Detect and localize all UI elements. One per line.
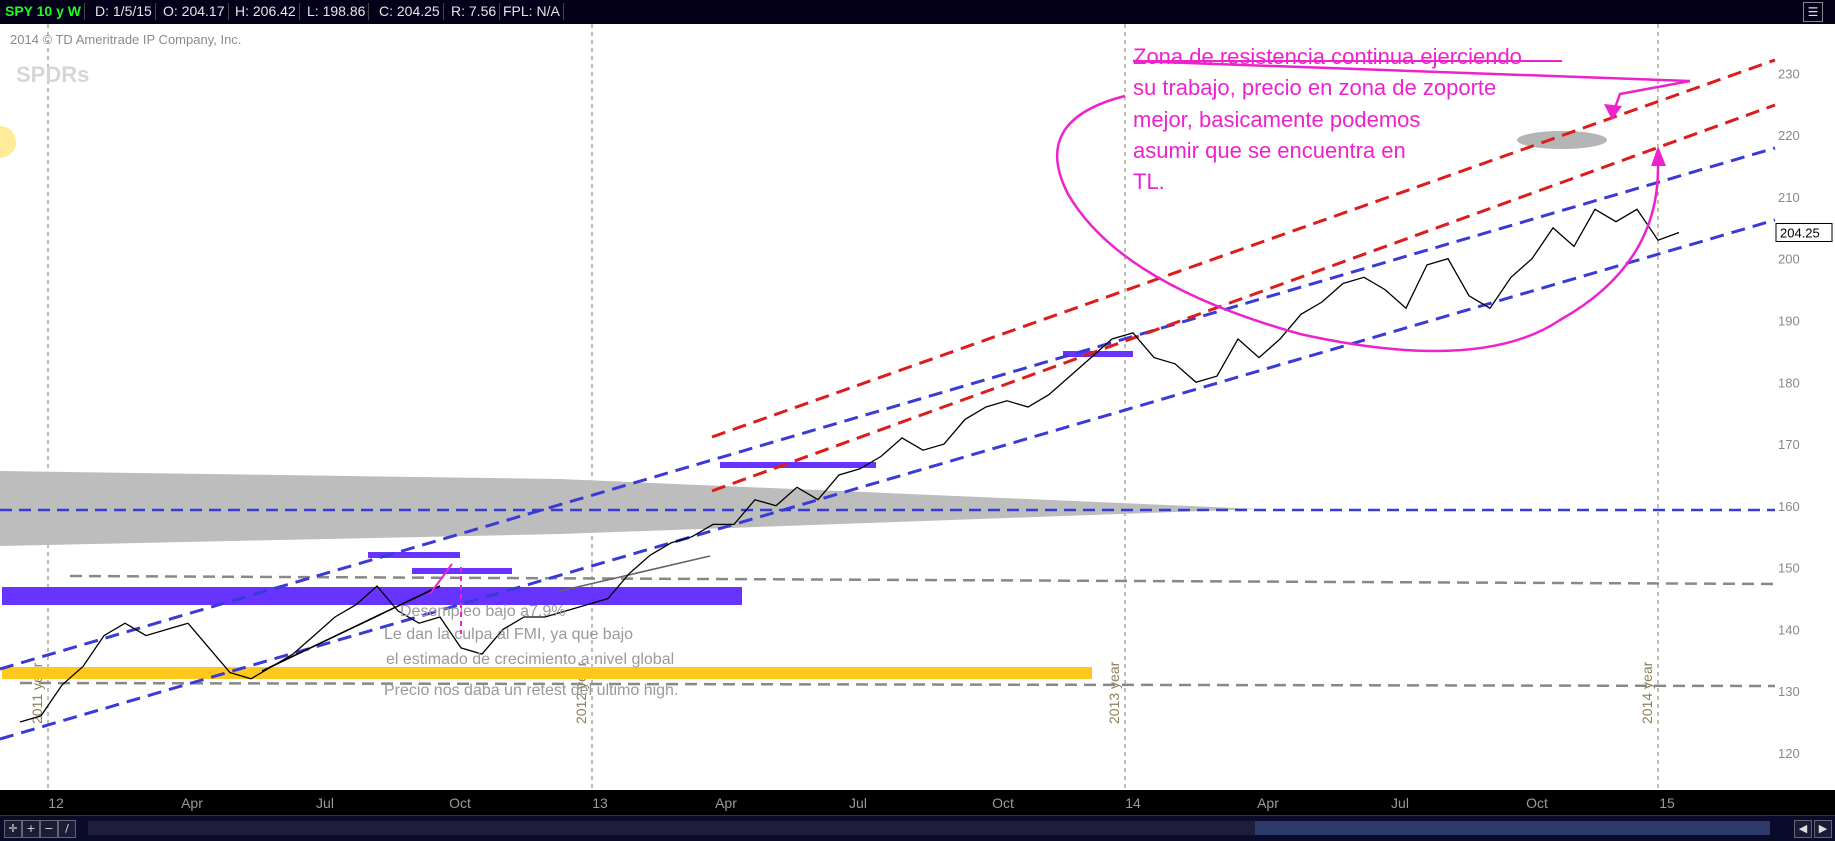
- draw-line-icon[interactable]: /: [58, 820, 76, 838]
- time-tick-label: Oct: [992, 795, 1014, 811]
- chart-svg[interactable]: 2011 year 2012 year 2013 year 2014 year Des…: [0, 24, 1835, 815]
- time-tick-label: Jul: [1391, 795, 1409, 811]
- symbol-label[interactable]: SPY 10 y W: [2, 3, 86, 20]
- time-tick-label: Apr: [1257, 795, 1279, 811]
- price-tick-label: 130: [1778, 684, 1800, 699]
- low-label: L: 198.86: [304, 3, 370, 20]
- high-label: H: 206.42: [232, 3, 300, 20]
- close-label: C: 204.25: [376, 3, 444, 20]
- time-axis-bg: [0, 790, 1835, 815]
- price-tick-label: 160: [1778, 499, 1800, 514]
- crosshair-icon[interactable]: ✛: [4, 820, 22, 838]
- bottom-toolbar: ✛ + − / ◀ ▶: [0, 815, 1835, 841]
- price-tick-label: 230: [1778, 66, 1800, 81]
- time-tick-label: Oct: [449, 795, 471, 811]
- note-text: el estimado de crecimiento a nivel globa…: [386, 651, 674, 668]
- chart-header: SPY 10 y W D: 1/5/15 O: 204.17 H: 206.42…: [0, 0, 1835, 25]
- price-tick-label: 200: [1778, 252, 1800, 267]
- time-tick-label: 14: [1125, 795, 1141, 811]
- zoom-out-icon[interactable]: −: [40, 820, 58, 838]
- time-tick-label: Jul: [849, 795, 867, 811]
- range-label: R: 7.56: [448, 3, 501, 20]
- price-tick-label: 120: [1778, 746, 1800, 761]
- fpl-label: FPL: N/A: [500, 3, 564, 20]
- open-label: O: 204.17: [160, 3, 229, 20]
- time-tick-label: 15: [1659, 795, 1675, 811]
- annotation-line: asumir que se encuentra en: [1133, 138, 1406, 163]
- date-label: D: 1/5/15: [92, 3, 156, 20]
- time-tick-label: 12: [48, 795, 64, 811]
- year-label: 2013 year: [1106, 661, 1122, 724]
- price-tick-label: 150: [1778, 561, 1800, 576]
- annotation-line: TL.: [1133, 169, 1165, 194]
- price-tick-label: 140: [1778, 622, 1800, 637]
- annotation-line: Zona de resistencia continua ejerciendo: [1133, 44, 1522, 69]
- menu-icon[interactable]: ☰: [1803, 2, 1823, 22]
- scroll-right-icon[interactable]: ▶: [1814, 820, 1832, 838]
- scroll-left-icon[interactable]: ◀: [1794, 820, 1812, 838]
- scrollbar-thumb[interactable]: [1255, 821, 1770, 835]
- time-tick-label: 13: [592, 795, 608, 811]
- annotation-line: mejor, basicamente podemos: [1133, 107, 1420, 132]
- time-tick-label: Apr: [715, 795, 737, 811]
- yellow-zone: [2, 667, 1092, 679]
- annotation-line: su trabajo, precio en zona de zoporte: [1133, 75, 1496, 100]
- zoom-in-icon[interactable]: +: [22, 820, 40, 838]
- price-tick-label: 210: [1778, 190, 1800, 205]
- note-text: Le dan la culpa al FMI, ya que bajo: [384, 626, 633, 643]
- spdrs-logo: SPDRs: [16, 62, 89, 87]
- price-tick-label: 190: [1778, 314, 1800, 329]
- last-price-label: 204.25: [1780, 225, 1820, 240]
- price-tick-label: 180: [1778, 375, 1800, 390]
- price-tick-label: 170: [1778, 437, 1800, 452]
- note-text: Precio nos daba un retest del ultimo hig…: [384, 682, 678, 699]
- purple-bar: [720, 462, 876, 468]
- time-tick-label: Jul: [316, 795, 334, 811]
- time-tick-label: Oct: [1526, 795, 1548, 811]
- note-text: Desempleo bajo a7.9%: [400, 603, 565, 620]
- price-tick-label: 220: [1778, 128, 1800, 143]
- price-chart[interactable]: 2011 year 2012 year 2013 year 2014 year Des…: [0, 24, 1835, 815]
- time-tick-label: Apr: [181, 795, 203, 811]
- year-label: 2014 year: [1639, 661, 1655, 724]
- copyright-text: 2014 © TD Ameritrade IP Company, Inc.: [10, 32, 241, 47]
